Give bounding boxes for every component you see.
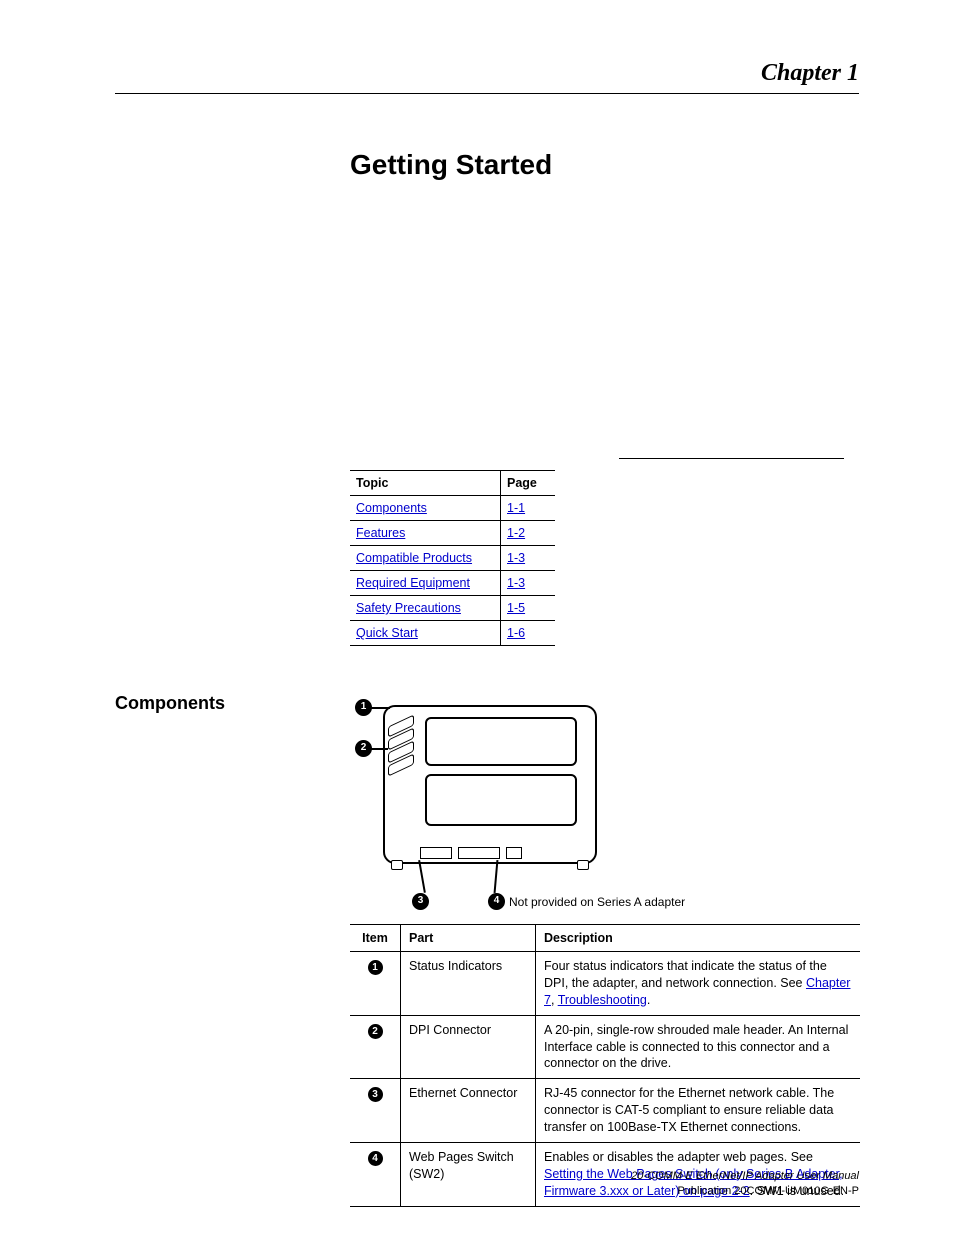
parts-header-desc: Description [536, 925, 861, 952]
device-outline [383, 705, 597, 864]
component-diagram: 1 2 3 4 Not provided on Series A adapter [350, 695, 850, 915]
topic-row: Components 1-1 [350, 496, 555, 521]
callout-3: 3 [412, 893, 429, 910]
mount-foot [391, 860, 403, 870]
part-description: A 20-pin, single-row shrouded male heade… [536, 1015, 861, 1079]
topic-row: Safety Precautions 1-5 [350, 596, 555, 621]
section-heading-components: Components [115, 693, 225, 714]
topic-row: Quick Start 1-6 [350, 621, 555, 646]
parts-row: 2 DPI Connector A 20-pin, single-row shr… [350, 1015, 860, 1079]
topic-link-components[interactable]: Components [356, 501, 427, 515]
topic-table: Topic Page Components 1-1 Features 1-2 C… [350, 470, 555, 646]
footer-manual-title: 20-COMM-E EtherNet/IP Adapter User Manua… [631, 1170, 859, 1182]
mount-foot [577, 860, 589, 870]
page-link[interactable]: 1-6 [507, 626, 525, 640]
page-header: Page [501, 471, 556, 496]
footer-publication: Publication 20COMM-UM010G-EN-P [677, 1185, 859, 1197]
topic-link-safety[interactable]: Safety Precautions [356, 601, 461, 615]
link-troubleshooting[interactable]: Troubleshooting [558, 993, 647, 1007]
parts-header-part: Part [401, 925, 536, 952]
part-name: Ethernet Connector [401, 1079, 536, 1143]
page-link[interactable]: 1-5 [507, 601, 525, 615]
topic-link-features[interactable]: Features [356, 526, 405, 540]
ethernet-port-icon [420, 847, 452, 859]
parts-table: Item Part Description 1 Status Indicator… [350, 924, 860, 1207]
item-number-icon: 3 [368, 1087, 383, 1102]
switch-slot [506, 847, 522, 859]
part-name: Web Pages Switch (SW2) [401, 1142, 536, 1206]
item-number-icon: 4 [368, 1151, 383, 1166]
page-link[interactable]: 1-3 [507, 551, 525, 565]
topic-header: Topic [350, 471, 501, 496]
chapter-header: Chapter 1 [115, 60, 859, 94]
display-top [425, 717, 577, 766]
page-link[interactable]: 1-3 [507, 576, 525, 590]
part-description: RJ-45 connector for the Ethernet network… [536, 1079, 861, 1143]
topic-link-required[interactable]: Required Equipment [356, 576, 470, 590]
topic-row: Features 1-2 [350, 521, 555, 546]
parts-header-item: Item [350, 925, 401, 952]
callout-4: 4 [488, 893, 505, 910]
connector-slot [458, 847, 500, 859]
port-row [420, 844, 560, 859]
page-link[interactable]: 1-2 [507, 526, 525, 540]
item-number-icon: 1 [368, 960, 383, 975]
topic-row: Required Equipment 1-3 [350, 571, 555, 596]
right-rule [619, 458, 844, 459]
diagram-note: Not provided on Series A adapter [509, 895, 685, 909]
status-led-block [384, 712, 416, 782]
page-title: Getting Started [350, 149, 859, 181]
parts-row: 3 Ethernet Connector RJ-45 connector for… [350, 1079, 860, 1143]
page: Chapter 1 Getting Started Topic Page Com… [0, 0, 954, 1235]
part-name: DPI Connector [401, 1015, 536, 1079]
item-number-icon: 2 [368, 1024, 383, 1039]
topic-row: Compatible Products 1-3 [350, 546, 555, 571]
part-name: Status Indicators [401, 952, 536, 1016]
part-description: Four status indicators that indicate the… [536, 952, 861, 1016]
page-link[interactable]: 1-1 [507, 501, 525, 515]
topic-link-quickstart[interactable]: Quick Start [356, 626, 418, 640]
display-bottom [425, 774, 577, 826]
parts-row: 1 Status Indicators Four status indicato… [350, 952, 860, 1016]
topic-link-compatible[interactable]: Compatible Products [356, 551, 472, 565]
page-footer: 20-COMM-E EtherNet/IP Adapter User Manua… [631, 1169, 859, 1199]
